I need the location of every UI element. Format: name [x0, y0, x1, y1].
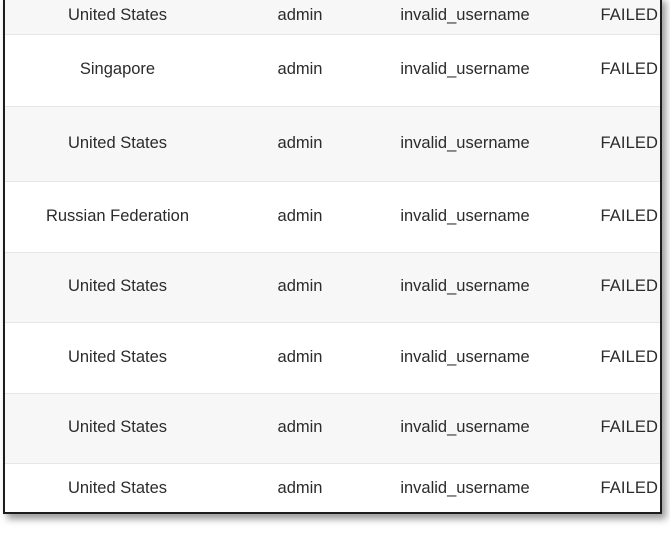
- table-row[interactable]: Russian Federation admin invalid_username F…: [5, 181, 660, 252]
- status-label: FAILED: [600, 418, 658, 437]
- cell-status: FAILED: [560, 34, 660, 106]
- status-badge: FAILED: [600, 477, 660, 501]
- cell-username: admin: [277, 206, 323, 225]
- cell-country: United States: [67, 347, 168, 366]
- table-row[interactable]: United States admin invalid_username FAILED: [5, 463, 660, 512]
- status-label: FAILED: [600, 5, 658, 24]
- table-row[interactable]: United States admin invalid_username FAILED: [5, 393, 660, 463]
- cell-username: admin: [277, 277, 323, 296]
- login-attempts-panel: United States admin invalid_username FAILED…: [3, 0, 662, 514]
- status-badge: FAILED: [600, 205, 660, 229]
- cell-country: United States: [67, 5, 168, 24]
- cell-reason: invalid_username: [400, 133, 530, 152]
- cell-status: FAILED: [560, 463, 660, 512]
- cell-username: admin: [277, 418, 323, 437]
- status-label: FAILED: [600, 206, 658, 225]
- table-row[interactable]: United States admin invalid_username FAILED: [5, 106, 660, 181]
- cell-status: FAILED: [560, 106, 660, 181]
- table-body: United States admin invalid_username FAILED…: [5, 0, 660, 512]
- cell-country: United States: [67, 479, 168, 498]
- cell-status: FAILED: [560, 252, 660, 322]
- table-row[interactable]: United States admin invalid_username FAILED: [5, 252, 660, 322]
- status-badge: FAILED: [600, 275, 660, 299]
- cell-reason: invalid_username: [400, 206, 530, 225]
- status-badge: FAILED: [600, 58, 660, 82]
- cell-username: admin: [277, 347, 323, 366]
- table-row[interactable]: United States admin invalid_username FAILED: [5, 0, 660, 34]
- status-label: FAILED: [600, 60, 658, 79]
- cell-country: United States: [67, 133, 168, 152]
- cell-username: admin: [277, 479, 323, 498]
- status-label: FAILED: [600, 133, 658, 152]
- cell-status: FAILED: [560, 322, 660, 393]
- cell-status: FAILED: [560, 393, 660, 463]
- cell-reason: invalid_username: [400, 5, 530, 24]
- cell-status: FAILED: [560, 181, 660, 252]
- cell-username: admin: [277, 133, 323, 152]
- table-row[interactable]: Singapore admin invalid_username FAILED: [5, 34, 660, 106]
- cell-country: United States: [67, 418, 168, 437]
- cell-reason: invalid_username: [400, 60, 530, 79]
- status-badge: FAILED: [600, 416, 660, 440]
- cell-reason: invalid_username: [400, 277, 530, 296]
- status-label: FAILED: [600, 277, 658, 296]
- cell-reason: invalid_username: [400, 479, 530, 498]
- status-badge: FAILED: [600, 132, 660, 156]
- login-attempts-table: United States admin invalid_username FAILED…: [5, 0, 660, 512]
- cell-username: admin: [277, 5, 323, 24]
- cell-reason: invalid_username: [400, 418, 530, 437]
- status-label: FAILED: [600, 347, 658, 366]
- screenshot-viewport: United States admin invalid_username FAILED…: [0, 0, 670, 533]
- cell-country: Singapore: [79, 60, 156, 79]
- cell-country: United States: [67, 277, 168, 296]
- status-badge: FAILED: [600, 4, 660, 28]
- cell-username: admin: [277, 60, 323, 79]
- cell-reason: invalid_username: [400, 347, 530, 366]
- cell-status: FAILED: [560, 0, 660, 34]
- cell-country: Russian Federation: [45, 206, 190, 225]
- table-row[interactable]: United States admin invalid_username FAILED: [5, 322, 660, 393]
- status-label: FAILED: [600, 479, 658, 498]
- status-badge: FAILED: [600, 346, 660, 370]
